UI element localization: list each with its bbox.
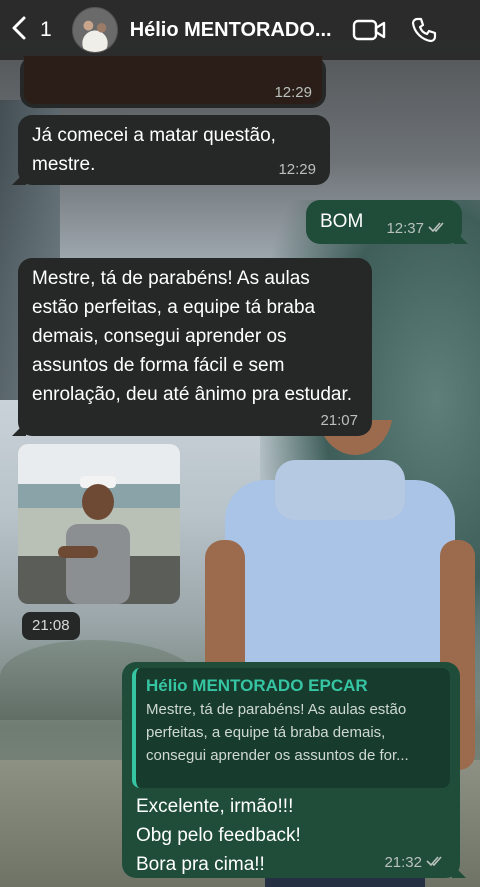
unread-count: 1 <box>40 18 52 41</box>
message-time: 21:32 <box>384 854 422 871</box>
double-check-icon <box>426 854 446 872</box>
message-outgoing[interactable]: BOM 12:37 <box>306 200 468 244</box>
message-outgoing-reply[interactable]: Hélio MENTORADO EPCAR Mestre, tá de para… <box>122 662 466 878</box>
message-incoming[interactable]: Já comecei a matar questão, mestre. 12:2… <box>12 115 330 185</box>
message-meta: 12:37 <box>386 220 448 238</box>
phone-call-icon[interactable] <box>410 16 438 44</box>
message-time: 21:08 <box>22 612 80 640</box>
message-media[interactable]: 12:29 <box>20 56 326 108</box>
message-time: 12:37 <box>386 220 424 237</box>
message-photo[interactable]: 21:08 <box>18 444 182 640</box>
message-time: 21:07 <box>320 412 358 429</box>
bubble-tail <box>12 171 26 185</box>
photo-person <box>58 476 130 604</box>
video-call-icon[interactable] <box>352 18 386 42</box>
chevron-left-icon <box>10 16 28 45</box>
double-check-icon <box>428 220 448 238</box>
message-time: 12:29 <box>278 161 316 178</box>
quoted-sender: Hélio MENTORADO EPCAR <box>146 676 368 695</box>
photo-thumbnail[interactable] <box>18 444 180 604</box>
bubble-tail <box>452 864 466 878</box>
chat-header: 1 Hélio MENTORADO... <box>0 0 480 60</box>
bubble-tail <box>12 422 26 436</box>
message-meta: 21:32 <box>384 854 446 872</box>
message-text: Já comecei a matar questão, mestre. <box>32 125 276 175</box>
back-button[interactable]: 1 <box>10 16 52 45</box>
quoted-message[interactable]: Hélio MENTORADO EPCAR Mestre, tá de para… <box>132 668 450 788</box>
message-text: Mestre, tá de parabéns! As aulas estão p… <box>32 268 353 405</box>
quoted-text: Mestre, tá de parabéns! As aulas estão p… <box>146 701 409 764</box>
message-time: 12:29 <box>274 84 312 101</box>
bubble-tail <box>454 230 468 244</box>
message-incoming[interactable]: Mestre, tá de parabéns! As aulas estão p… <box>12 258 372 436</box>
contact-name[interactable]: Hélio MENTORADO... <box>130 19 340 42</box>
avatar[interactable] <box>71 7 118 53</box>
